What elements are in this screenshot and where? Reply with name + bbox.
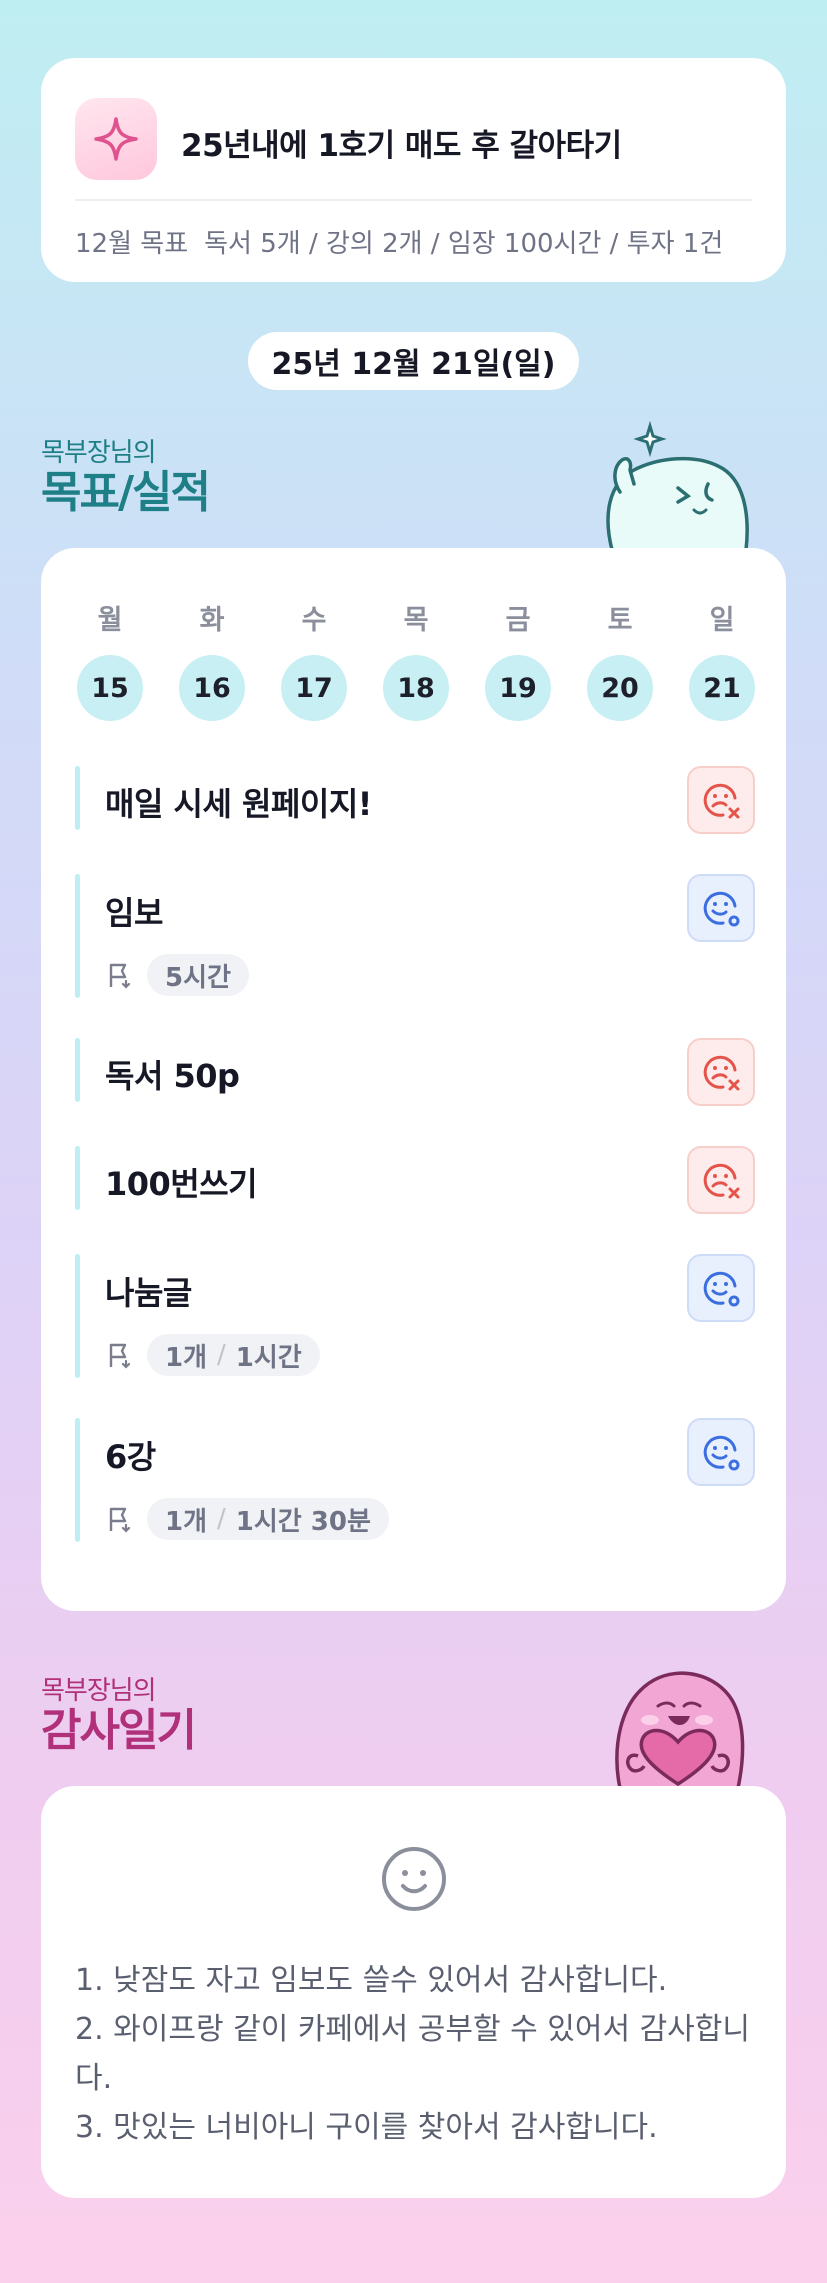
date-circle: 20	[587, 655, 653, 721]
smile-face-o-icon	[703, 891, 740, 927]
weekday-label: 목	[403, 605, 429, 636]
task-meta: 5시간	[105, 954, 249, 996]
task-name: 매일 시세 원페이지!	[105, 785, 372, 823]
task-bar	[75, 874, 80, 998]
monthly-goal: 12월 목표 독서 5개 / 강의 2개 / 임장 100시간 / 투자 1건	[75, 223, 753, 260]
day-friday[interactable]: 금 19	[483, 598, 553, 721]
status-ok-button[interactable]	[687, 1254, 755, 1322]
date-circle: 17	[281, 655, 347, 721]
performance-title: 목표/실적	[41, 467, 211, 518]
chip-hours: 1시간	[235, 1342, 302, 1373]
smile-icon	[382, 1847, 446, 1911]
sad-face-x-icon	[703, 1163, 740, 1199]
task-name: 나눔글	[105, 1274, 192, 1312]
date-circle: 16	[179, 655, 245, 721]
task-bar	[75, 1146, 80, 1210]
weekly-goals-card: 월 15 화 16 수 17 목 18 금 19 토 20 일 21 매일 시세 원페이지! …	[41, 548, 786, 1611]
sad-face-x-icon	[703, 783, 740, 819]
monthly-goal-text: 독서 5개 / 강의 2개 / 임장 100시간 / 투자 1건	[204, 229, 724, 259]
task-bar	[75, 766, 80, 830]
gratitude-list: 1. 낮잠도 자고 임보도 쓸수 있어서 감사합니다. 2. 와이프랑 같이 카…	[75, 1956, 765, 2152]
count-time-chip: 1개/1시간 30분	[147, 1498, 389, 1540]
task-item[interactable]: 6강 1개/1시간 30분	[75, 1418, 755, 1542]
flag-icon	[109, 1343, 131, 1369]
flag-icon	[109, 1507, 131, 1533]
task-bar	[75, 1254, 80, 1378]
chip-count: 1개	[165, 1342, 208, 1373]
count-time-chip: 1개/1시간	[147, 1334, 320, 1376]
task-name: 6강	[105, 1438, 156, 1476]
weekday-label: 금	[505, 605, 531, 636]
weekday-label: 수	[301, 605, 327, 636]
mascot-ghost-illustration	[606, 420, 749, 550]
date-selector[interactable]: 25년 12월 21일(일)	[248, 332, 579, 390]
task-item[interactable]: 독서 50p	[75, 1038, 755, 1106]
sparkle-icon	[75, 98, 157, 180]
status-fail-button[interactable]	[687, 1146, 755, 1214]
mascot-heart-illustration	[615, 1671, 745, 1788]
time-chip: 5시간	[147, 954, 249, 996]
task-item[interactable]: 나눔글 1개/1시간	[75, 1254, 755, 1378]
goal-title: 25년내에 1호기 매도 후 갈아타기	[181, 128, 622, 164]
gratitude-line: 2. 와이프랑 같이 카페에서 공부할 수 있어서 감사합니다.	[75, 2012, 750, 2096]
weekday-label: 토	[607, 605, 633, 636]
smile-face-o-icon	[703, 1271, 740, 1307]
gratitude-line: 1. 낮잠도 자고 임보도 쓸수 있어서 감사합니다.	[75, 1963, 668, 1998]
weekday-label: 월	[97, 605, 123, 636]
date-circle: 21	[689, 655, 755, 721]
monthly-goal-label: 12월 목표	[75, 229, 189, 259]
smile-face-o-icon	[703, 1435, 740, 1471]
weekday-label: 화	[199, 605, 225, 636]
gratitude-line: 3. 맛있는 너비아니 구이를 찾아서 감사합니다.	[75, 2110, 658, 2145]
day-thursday[interactable]: 목 18	[381, 598, 451, 721]
chip-hours: 1시간 30분	[235, 1506, 371, 1537]
sad-face-x-icon	[703, 1055, 740, 1091]
date-circle: 19	[485, 655, 551, 721]
gratitude-title: 감사일기	[41, 1705, 197, 1756]
chip-hours: 5시간	[165, 962, 231, 993]
weekday-label: 일	[709, 605, 735, 636]
task-meta: 1개/1시간	[105, 1334, 320, 1376]
date-circle: 18	[383, 655, 449, 721]
goal-card[interactable]: 25년내에 1호기 매도 후 갈아타기 12월 목표 독서 5개 / 강의 2개 …	[41, 58, 786, 282]
status-ok-button[interactable]	[687, 1418, 755, 1486]
day-wednesday[interactable]: 수 17	[279, 598, 349, 721]
day-monday[interactable]: 월 15	[75, 598, 145, 721]
day-saturday[interactable]: 토 20	[585, 598, 655, 721]
status-fail-button[interactable]	[687, 766, 755, 834]
task-name: 100번쓰기	[105, 1165, 258, 1203]
task-item[interactable]: 임보 5시간	[75, 874, 755, 998]
task-item[interactable]: 100번쓰기	[75, 1146, 755, 1214]
task-meta: 1개/1시간 30분	[105, 1498, 389, 1540]
divider	[75, 199, 752, 201]
gratitude-card[interactable]: 1. 낮잠도 자고 임보도 쓸수 있어서 감사합니다. 2. 와이프랑 같이 카…	[41, 1786, 786, 2198]
status-ok-button[interactable]	[687, 874, 755, 942]
task-bar	[75, 1038, 80, 1102]
task-name: 임보	[105, 894, 163, 932]
day-tuesday[interactable]: 화 16	[177, 598, 247, 721]
chip-count: 1개	[165, 1506, 208, 1537]
task-name: 독서 50p	[105, 1057, 240, 1095]
day-sunday[interactable]: 일 21	[687, 598, 757, 721]
flag-icon	[109, 963, 131, 989]
task-bar	[75, 1418, 80, 1542]
status-fail-button[interactable]	[687, 1038, 755, 1106]
task-item[interactable]: 매일 시세 원페이지!	[75, 766, 755, 834]
date-circle: 15	[77, 655, 143, 721]
